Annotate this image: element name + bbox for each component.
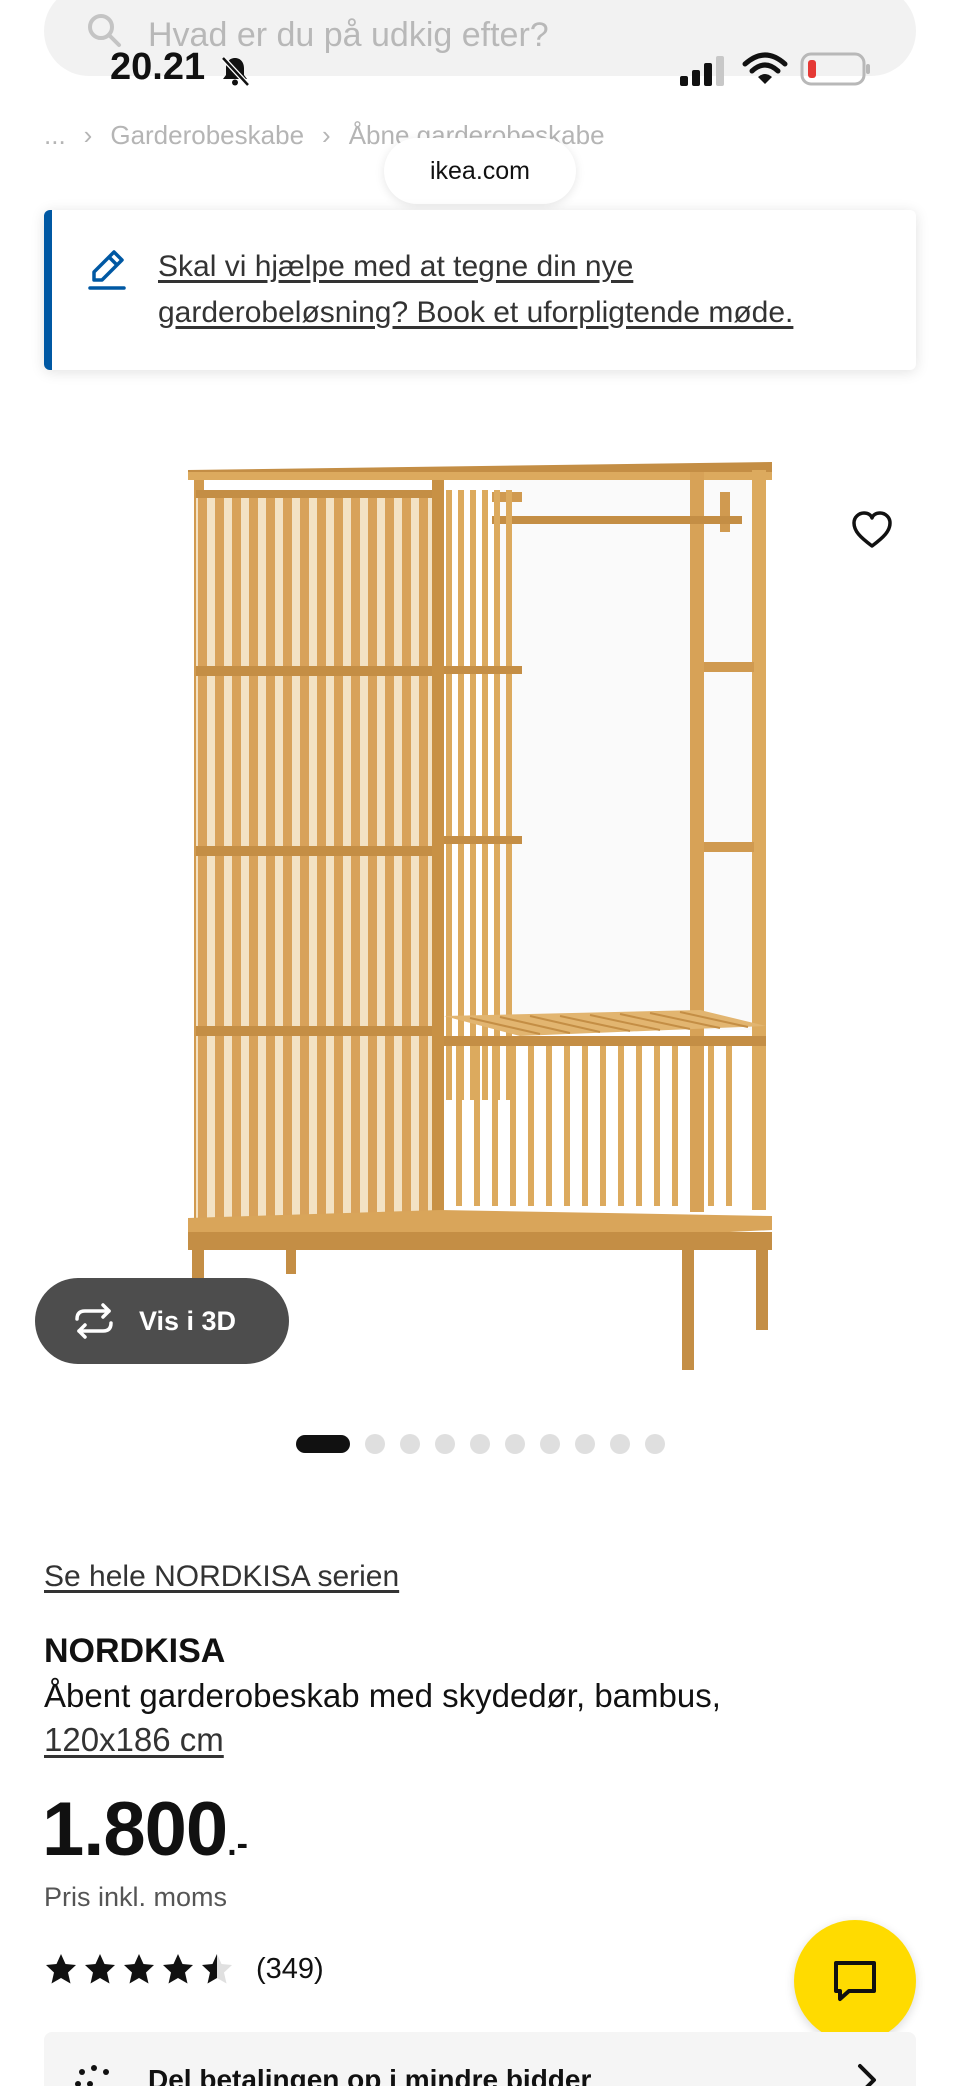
- image-carousel-dots: [296, 1434, 665, 1454]
- carousel-dot[interactable]: [610, 1434, 630, 1454]
- pencil-icon: [88, 250, 126, 290]
- product-rating[interactable]: (349): [44, 1952, 324, 1986]
- product-price: 1.800 .-: [42, 1786, 248, 1873]
- carousel-dot[interactable]: [400, 1434, 420, 1454]
- search-icon: [88, 14, 121, 47]
- rating-stars: [44, 1952, 234, 1986]
- carousel-dot-active[interactable]: [296, 1435, 350, 1453]
- battery-low-icon: [800, 52, 870, 86]
- carousel-dot[interactable]: [365, 1434, 385, 1454]
- carousel-dot[interactable]: [470, 1434, 490, 1454]
- series-link[interactable]: Se hele NORDKISA serien: [44, 1560, 399, 1594]
- product-size-link[interactable]: 120x186 cm: [44, 1718, 224, 1762]
- star-full-icon: [46, 1954, 76, 1984]
- url-text: ikea.com: [429, 156, 531, 185]
- payment-installments-text: Del betalingen op i mindre bidder: [148, 2064, 592, 2086]
- wishlist-button[interactable]: [836, 494, 908, 566]
- product-image-wardrobe[interactable]: [0, 410, 960, 1400]
- carousel-dot[interactable]: [575, 1434, 595, 1454]
- view-in-3d-label: Vis i 3D: [139, 1305, 237, 1336]
- banner-accent-bar: [44, 210, 52, 370]
- carousel-dot[interactable]: [645, 1434, 665, 1454]
- book-meeting-link[interactable]: Skal vi hjælpe med at tegne din nye gard…: [158, 244, 888, 336]
- star-full-icon: [85, 1954, 115, 1984]
- carousel-dot[interactable]: [435, 1434, 455, 1454]
- price-suffix: .-: [227, 1825, 248, 1863]
- chevron-right-icon: [858, 2064, 876, 2086]
- price-amount: 1.800: [42, 1787, 228, 1872]
- breadcrumb-ellipsis[interactable]: ...: [44, 120, 66, 151]
- search-placeholder: Hvad er du på udkig efter?: [148, 16, 549, 54]
- chat-button[interactable]: [794, 1920, 916, 2042]
- star-full-icon: [124, 1954, 154, 1984]
- url-bar[interactable]: ikea.com: [384, 138, 576, 204]
- product-name: NORDKISA: [44, 1632, 226, 1670]
- bell-muted-icon: [221, 56, 250, 87]
- design-help-banner[interactable]: Skal vi hjælpe med at tegne din nye gard…: [44, 210, 916, 370]
- breadcrumb-wardrobes[interactable]: Garderobeskabe: [110, 120, 304, 151]
- status-time: 20.21: [110, 46, 206, 88]
- top-area: Hvad er du på udkig efter? 20.21 ... › G…: [0, 0, 960, 204]
- chat-bubble-icon: [834, 1961, 876, 2001]
- view-in-3d-button[interactable]: Vis i 3D: [35, 1278, 289, 1364]
- chevron-right-icon: ›: [322, 120, 331, 150]
- chevron-right-icon: ›: [83, 120, 93, 150]
- payment-installments-card[interactable]: Del betalingen op i mindre bidder: [44, 2032, 916, 2086]
- payment-split-icon: [75, 2065, 109, 2086]
- rotate-3d-icon: [75, 1303, 113, 1339]
- review-count: (349): [256, 1952, 324, 1985]
- carousel-dot[interactable]: [505, 1434, 525, 1454]
- star-full-icon: [163, 1954, 193, 1984]
- product-description: Åbent garderobeskab med skydedør, bambus…: [44, 1677, 721, 1714]
- cellular-signal-icon: [680, 56, 724, 86]
- star-half-icon: [202, 1954, 232, 1984]
- wifi-icon: [742, 52, 788, 84]
- carousel-dot[interactable]: [540, 1434, 560, 1454]
- price-note: Pris inkl. moms: [44, 1882, 228, 1912]
- heart-icon: [852, 511, 892, 548]
